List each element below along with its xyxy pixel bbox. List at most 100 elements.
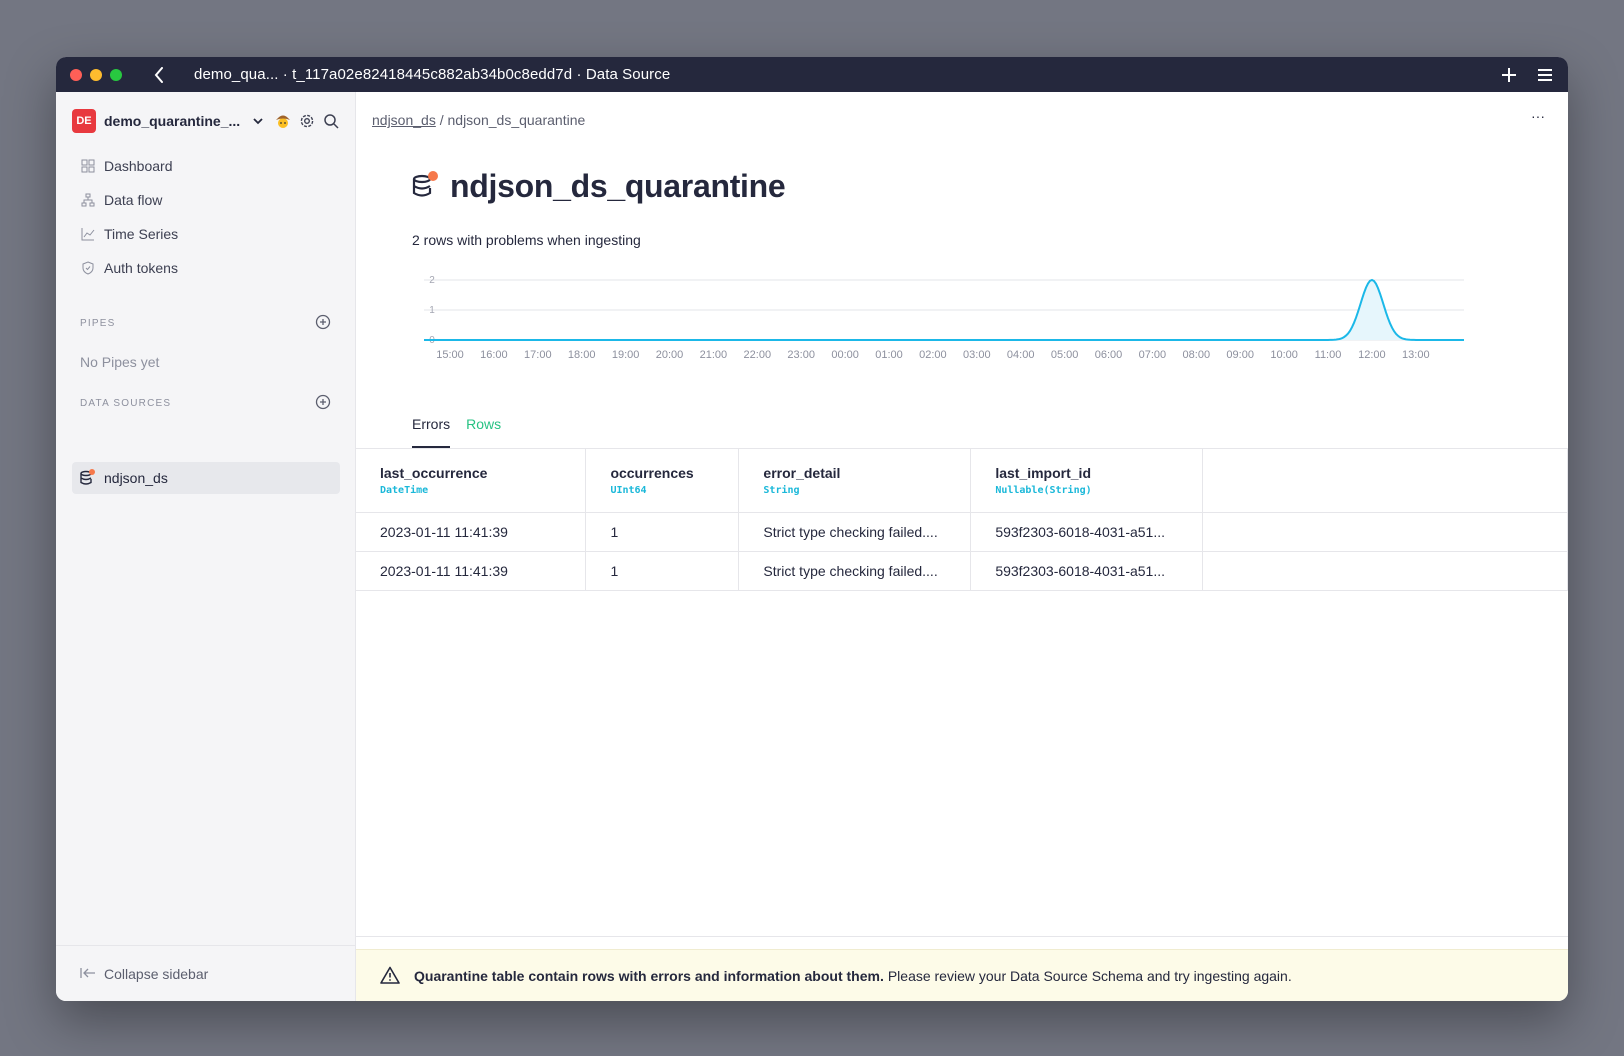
gear-icon[interactable] — [299, 113, 315, 129]
column-type: DateTime — [380, 484, 429, 496]
page-header: ndjson_ds_quarantine — [412, 168, 786, 205]
database-icon — [412, 170, 438, 201]
minimize-window-button[interactable] — [90, 68, 102, 81]
workspace-switcher[interactable]: DE demo_quarantine_... — [72, 108, 339, 134]
table-cell: 2023-01-11 11:41:39 — [356, 512, 587, 552]
pipes-section-label: PIPES — [80, 318, 116, 329]
more-options-button[interactable]: ··· — [1528, 108, 1548, 128]
tabs: Errors Rows — [412, 412, 501, 448]
back-arrow-icon[interactable] — [150, 66, 168, 84]
sidebar-item-label: Data flow — [104, 192, 163, 208]
collapse-arrow-icon — [80, 966, 96, 982]
chart-x-tick-label: 17:00 — [524, 349, 552, 361]
chart-x-tick-label: 02:00 — [919, 349, 947, 361]
warning-triangle-icon — [380, 966, 400, 986]
sidebar-item-ndjson-ds[interactable]: ndjson_ds — [72, 462, 340, 494]
table-cell: 593f2303-6018-4031-a51... — [970, 551, 1204, 591]
app-window: demo_qua... · t_117a02e82418445c882ab34b… — [56, 57, 1568, 1001]
tab-rows[interactable]: Rows — [466, 412, 501, 448]
breadcrumb-separator: / — [439, 112, 444, 128]
sidebar-item-label: Auth tokens — [104, 260, 178, 276]
table-cell: 2023-01-11 11:41:39 — [356, 551, 587, 591]
database-icon — [80, 469, 96, 486]
chart-x-tick-label: 16:00 — [480, 349, 508, 361]
chart-x-tick-label: 03:00 — [963, 349, 991, 361]
column-name: last_import_id — [995, 464, 1092, 481]
column-header[interactable]: error_detail String — [738, 449, 972, 513]
sidebar-item-time-series[interactable]: Time Series — [72, 217, 339, 251]
grid-icon — [80, 158, 96, 174]
status-dot — [89, 469, 95, 475]
breadcrumb-parent-link[interactable]: ndjson_ds — [372, 112, 436, 128]
chart-x-tick-label: 08:00 — [1183, 349, 1211, 361]
table-cell: 1 — [585, 512, 740, 552]
chart-x-tick-label: 01:00 — [875, 349, 903, 361]
column-type: String — [763, 484, 800, 496]
collapse-sidebar-label: Collapse sidebar — [104, 965, 209, 982]
banner-text: Please review your Data Source Schema an… — [887, 967, 1292, 984]
shield-icon — [80, 260, 96, 276]
close-window-button[interactable] — [70, 68, 82, 81]
table-cell — [1202, 512, 1568, 552]
footer-divider — [356, 936, 1568, 937]
chart-x-tick-label: 11:00 — [1315, 349, 1342, 361]
plus-icon[interactable] — [1500, 66, 1518, 84]
table-header-row: last_occurrence DateTime occurrences UInt6… — [356, 449, 1568, 513]
column-header[interactable]: last_occurrence DateTime — [356, 449, 587, 513]
chart-x-tick-label: 18:00 — [568, 349, 596, 361]
workspace-name: demo_quarantine_... — [104, 113, 241, 129]
collapse-sidebar-button[interactable]: Collapse sidebar — [56, 945, 355, 1001]
add-datasource-icon[interactable] — [315, 394, 331, 410]
menu-icon[interactable] — [1536, 66, 1554, 84]
sidebar-item-data-flow[interactable]: Data flow — [72, 183, 339, 217]
flow-icon — [80, 192, 96, 208]
table-cell: Strict type checking failed.... — [738, 512, 972, 552]
table-cell: Strict type checking failed.... — [738, 551, 972, 591]
chart-x-tick-label: 19:00 — [612, 349, 640, 361]
breadcrumb-current: ndjson_ds_quarantine — [447, 112, 586, 128]
table-cell: 593f2303-6018-4031-a51... — [970, 512, 1204, 552]
maximize-window-button[interactable] — [110, 68, 122, 81]
chart-x-tick-label: 20:00 — [656, 349, 684, 361]
chart-x-tick-label: 04:00 — [1007, 349, 1035, 361]
chart-line-icon — [80, 226, 96, 242]
search-icon[interactable] — [323, 113, 339, 129]
chart-x-tick-label: 10:00 — [1270, 349, 1298, 361]
cowboy-emoji-icon[interactable] — [275, 113, 291, 129]
table-row[interactable]: 2023-01-11 11:41:39 1 Strict type checki… — [356, 512, 1568, 552]
errors-table: last_occurrence DateTime occurrences UInt6… — [356, 449, 1568, 591]
pipes-empty-text: No Pipes yet — [80, 354, 160, 370]
sidebar-item-auth-tokens[interactable]: Auth tokens — [72, 251, 339, 285]
table-row[interactable]: 2023-01-11 11:41:39 1 Strict type checki… — [356, 551, 1568, 591]
empty-column-header — [1202, 449, 1568, 513]
add-pipe-icon[interactable] — [315, 314, 331, 330]
chevron-down-icon[interactable] — [252, 115, 264, 127]
table-cell: 1 — [585, 551, 740, 591]
page-title: ndjson_ds_quarantine — [450, 168, 786, 204]
quarantine-warning-banner: Quarantine table contain rows with error… — [356, 949, 1568, 1001]
sidebar-item-label: Dashboard — [104, 158, 173, 174]
sidebar-nav: Dashboard Data flow Time Series Auth tok… — [72, 149, 339, 285]
sidebar-item-dashboard[interactable]: Dashboard — [72, 149, 339, 183]
chart-x-tick-label: 00:00 — [831, 349, 859, 361]
breadcrumb: ndjson_ds / ndjson_ds_quarantine — [372, 112, 585, 128]
column-type: Nullable(String) — [995, 484, 1092, 496]
chart-x-tick-label: 09:00 — [1226, 349, 1254, 361]
table-cell — [1202, 551, 1568, 591]
page-subtitle: 2 rows with problems when ingesting — [412, 232, 641, 248]
column-header[interactable]: occurrences UInt64 — [585, 449, 740, 513]
tab-errors[interactable]: Errors — [412, 412, 451, 448]
column-header[interactable]: last_import_id Nullable(String) — [970, 449, 1204, 513]
traffic-lights — [70, 68, 122, 81]
title-bar: demo_qua... · t_117a02e82418445c882ab34b… — [56, 57, 1568, 92]
chart-x-tick-label: 13:00 — [1402, 349, 1430, 361]
main-content: ndjson_ds / ndjson_ds_quarantine ··· ndj… — [356, 92, 1568, 1001]
status-dot — [428, 170, 438, 181]
chart-x-tick-label: 22:00 — [744, 349, 772, 361]
datasources-section-label: DATA SOURCES — [80, 398, 172, 409]
column-name: last_occurrence — [380, 464, 488, 481]
chart-x-tick-label: 21:00 — [700, 349, 728, 361]
errors-timeline-chart: 01215:00 16:00 17:00 18:00 19:00 20:00 21:00 22… — [424, 275, 1464, 361]
sidebar-item-label: Time Series — [104, 226, 179, 242]
chart-x-tick-label: 23:00 — [787, 349, 815, 361]
